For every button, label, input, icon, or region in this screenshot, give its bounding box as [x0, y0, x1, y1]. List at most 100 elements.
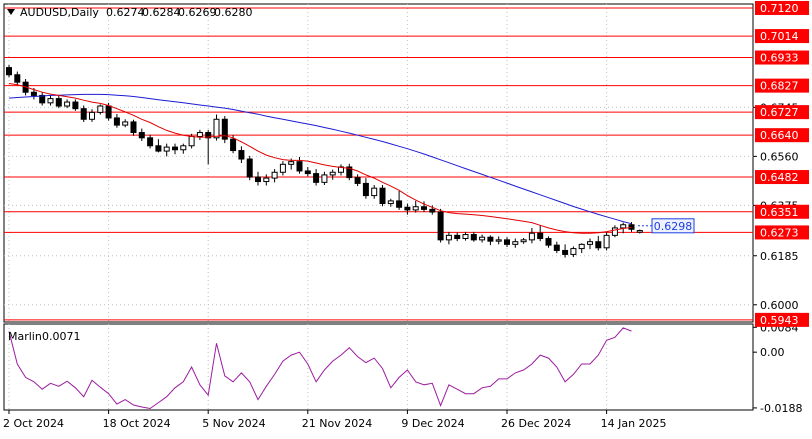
candle-body-23	[196, 132, 203, 137]
time-tick-label-3: 21 Nov 2024	[302, 417, 372, 430]
candle-body-45	[379, 187, 386, 205]
candle-body-28	[238, 150, 245, 160]
level-label-2: 0.6933	[760, 52, 799, 65]
candle-body-22	[188, 136, 195, 147]
candle-45	[379, 184, 386, 207]
candle-body-33	[279, 163, 286, 173]
candle-body-43	[362, 182, 369, 197]
candle-body-6	[55, 98, 62, 107]
candle-body-46	[387, 200, 394, 205]
candle-body-14	[122, 121, 129, 126]
candle-body-67	[562, 249, 569, 255]
candle-body-39	[329, 171, 336, 176]
main-panel	[3, 3, 754, 323]
candle-body-8	[72, 101, 79, 110]
candle-body-63	[528, 232, 535, 241]
candle-body-9	[80, 108, 87, 120]
candle-body-34	[288, 161, 295, 165]
candle-body-54	[454, 234, 461, 240]
level-label-6: 0.6482	[760, 171, 799, 184]
level-label-7: 0.6351	[760, 206, 799, 219]
candle-body-3	[30, 91, 37, 96]
time-tick-label-2: 5 Nov 2024	[202, 417, 265, 430]
candle-body-36	[304, 170, 311, 175]
candle-body-72	[603, 234, 610, 249]
candle-body-69	[578, 243, 585, 250]
level-label-5: 0.6640	[760, 129, 799, 142]
candle-body-0	[6, 67, 12, 76]
candle-29	[246, 155, 253, 181]
candle-body-70	[587, 241, 593, 245]
ohlc-open: 0.6274	[106, 6, 145, 19]
candle-body-7	[64, 101, 71, 107]
candle-body-51	[429, 208, 436, 213]
candle-body-27	[230, 138, 237, 152]
symbol-timeframe: AUDUSD,Daily	[20, 6, 99, 19]
time-tick-label-1: 18 Oct 2024	[103, 417, 171, 430]
candle-body-32	[271, 171, 278, 179]
level-label-0: 0.7120	[760, 2, 799, 15]
candle-body-42	[354, 177, 361, 184]
candle-body-17	[147, 137, 154, 147]
candle-body-20	[172, 146, 178, 151]
candle-body-31	[263, 177, 270, 183]
candle-body-60	[504, 239, 510, 245]
candle-body-58	[487, 236, 494, 242]
indicator-value: 0.0071	[42, 330, 81, 343]
candle-body-5	[47, 98, 54, 104]
candle-body-21	[180, 145, 187, 151]
ohlc-close: 0.6280	[214, 6, 253, 19]
candle-body-74	[620, 224, 627, 229]
candle-body-50	[421, 206, 427, 210]
candle-body-10	[89, 111, 95, 120]
current-price-label: 0.6298	[654, 220, 693, 233]
candle-body-57	[479, 236, 486, 241]
candle-body-68	[570, 248, 577, 255]
time-tick-label-0: 2 Oct 2024	[3, 417, 64, 430]
time-tick-label-5: 26 Dec 2024	[501, 417, 571, 430]
candle-body-56	[470, 234, 477, 241]
candle-body-25	[213, 118, 220, 139]
candle-body-1	[14, 74, 21, 83]
candle-body-18	[155, 145, 162, 152]
indicator-name: Marlin	[8, 330, 42, 343]
candle-body-66	[553, 244, 560, 251]
candle-body-48	[404, 206, 411, 211]
osc-tick-label-2: -0.0188	[760, 402, 802, 415]
candle-body-29	[246, 158, 253, 178]
time-tick-label-6: 14 Jan 2025	[601, 417, 667, 430]
candle-body-62	[520, 239, 527, 243]
price-tick-label-3: 0.6185	[760, 250, 799, 263]
candle-body-65	[545, 238, 552, 246]
level-label-8: 0.6273	[760, 226, 799, 239]
candle-body-11	[97, 105, 104, 113]
candle-body-30	[255, 176, 261, 183]
price-tick-label-1: 0.6560	[760, 150, 799, 163]
candle-body-19	[163, 146, 170, 152]
candle-body-53	[445, 234, 452, 241]
candle-body-52	[437, 211, 444, 241]
price-chart[interactable]: 0.67450.65600.63750.61850.6000 2 Oct 202…	[0, 0, 812, 435]
candle-body-38	[321, 174, 328, 183]
candle-body-73	[611, 227, 618, 236]
level-price-labels: 0.7120 0.7014 0.6933 0.6827 0.6727 0.6640 0.64…	[755, 0, 809, 327]
candle-body-61	[512, 241, 519, 245]
candle-body-35	[296, 161, 303, 172]
candle-body-76	[636, 230, 643, 233]
ohlc-high: 0.6284	[142, 6, 181, 19]
candle-body-59	[495, 239, 502, 242]
price-tick-label-4: 0.6000	[760, 299, 799, 312]
candle-body-64	[537, 232, 544, 240]
time-axis: 2 Oct 2024 18 Oct 2024 5 Nov 2024 21 Nov 20…	[3, 410, 667, 430]
candle-body-12	[105, 105, 112, 119]
candle-body-15	[130, 121, 137, 134]
candle-body-44	[371, 187, 378, 197]
level-label-9: 0.5943	[760, 314, 799, 327]
candle-body-16	[138, 132, 145, 139]
candle-body-75	[628, 224, 635, 230]
level-label-1: 0.7014	[760, 30, 799, 43]
ohlc-low: 0.6269	[178, 6, 217, 19]
candle-body-49	[412, 206, 419, 211]
candle-body-47	[396, 200, 403, 208]
candle-52	[437, 208, 444, 243]
